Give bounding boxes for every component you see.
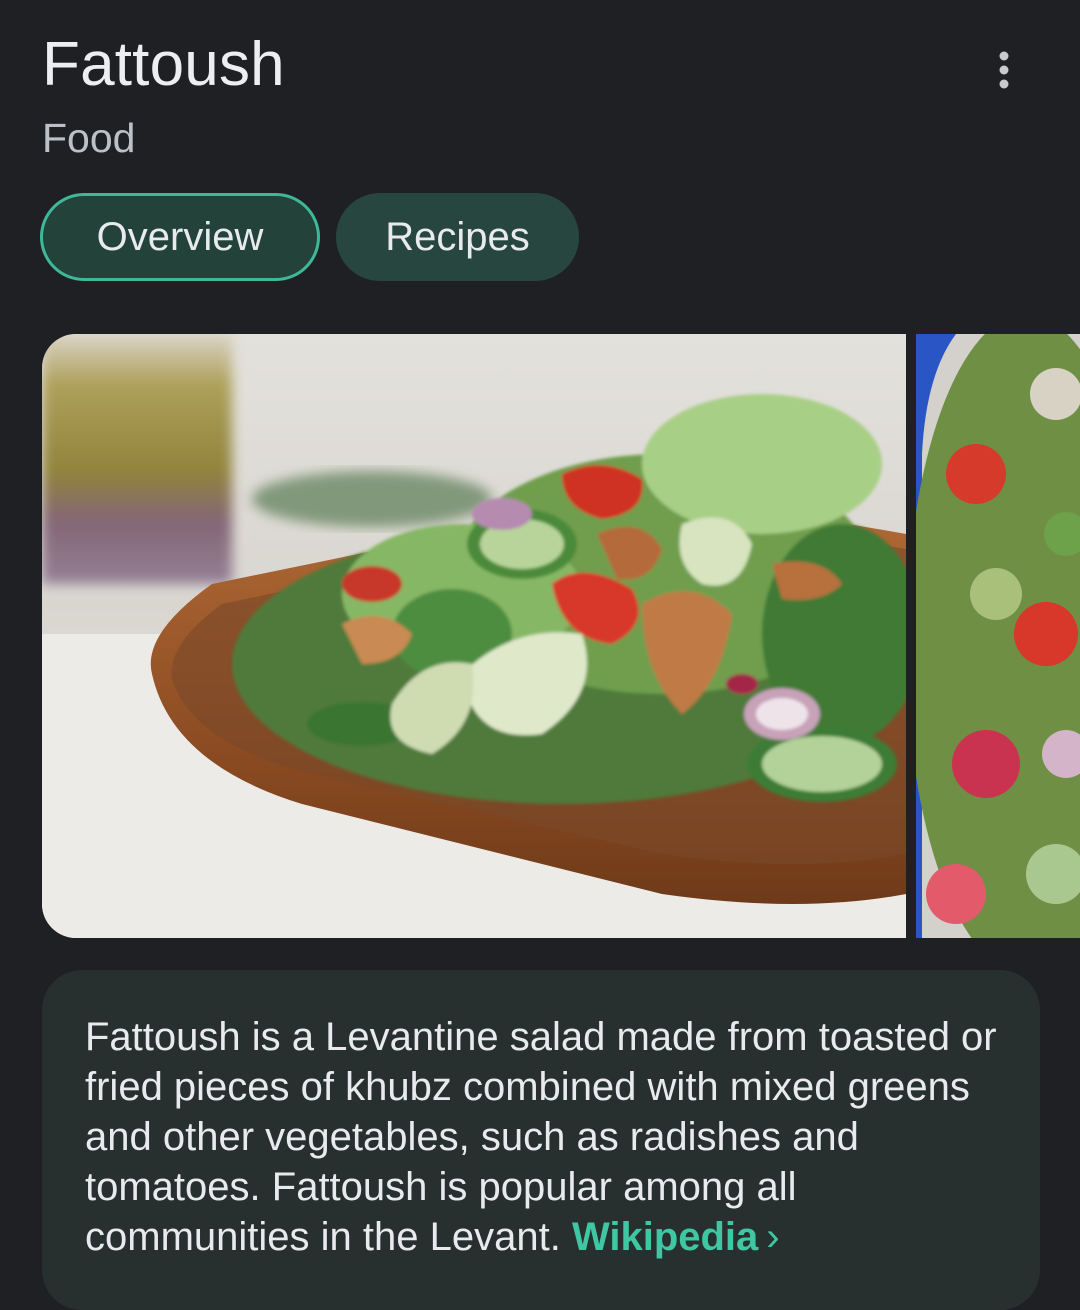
fattoush-photo[interactable] <box>42 334 906 938</box>
entity-category: Food <box>42 115 136 161</box>
image-carousel[interactable] <box>42 334 1080 938</box>
more-vert-icon <box>999 51 1009 89</box>
fattoush-salad-image <box>42 334 906 938</box>
fattoush-photo-2[interactable] <box>916 334 1080 938</box>
tab-overview[interactable]: Overview <box>40 193 320 281</box>
wikipedia-link[interactable]: Wikipedia <box>572 1215 758 1259</box>
description-card: Fattoush is a Levantine salad made from … <box>42 970 1040 1310</box>
tab-bar: Overview Recipes <box>40 193 579 281</box>
description-text: Fattoush is a Levantine salad made from … <box>85 1015 997 1259</box>
fattoush-bowl-image <box>916 334 1080 938</box>
page-title: Fattoush <box>42 30 285 99</box>
chevron-right-icon: › <box>766 1215 780 1259</box>
more-options-button[interactable] <box>978 44 1030 96</box>
tab-recipes[interactable]: Recipes <box>336 193 579 281</box>
